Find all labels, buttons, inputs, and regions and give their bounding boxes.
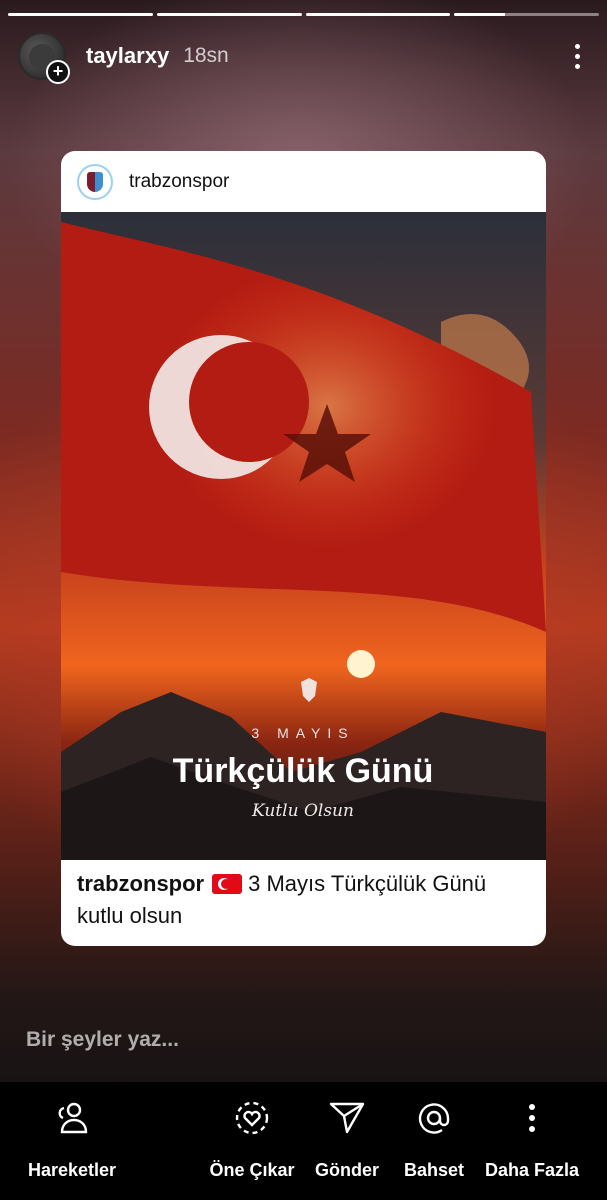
image-script-text: Kutlu Olsun	[251, 801, 354, 821]
activity-icon	[58, 1102, 88, 1134]
story-header: + taylarxy 18sn	[18, 30, 589, 84]
more-vertical-icon	[529, 1104, 535, 1132]
story-action-bar: Hareketler Öne Çıkar Gönder Bahset Daha …	[0, 1082, 607, 1200]
post-caption: trabzonspor 3 Mayıs Türkçülük Günü kutlu …	[77, 868, 537, 932]
mention-label: Bahset	[403, 1160, 465, 1180]
mention-button[interactable]: Bahset	[397, 1094, 471, 1181]
club-logo-icon	[77, 163, 113, 200]
post-username[interactable]: trabzonspor	[129, 171, 229, 193]
more-label: Daha Fazla	[484, 1160, 580, 1180]
post-image[interactable]: 3 MAYIS Türkçülük Günü Kutlu Olsun	[61, 212, 546, 860]
mention-icon	[418, 1103, 450, 1134]
story-time: 18sn	[183, 44, 229, 67]
more-options-button[interactable]	[565, 36, 589, 76]
send-icon	[329, 1102, 365, 1134]
more-button[interactable]: Daha Fazla	[480, 1094, 584, 1181]
send-label: Gönder	[314, 1160, 379, 1180]
activity-label: Hareketler	[27, 1160, 117, 1180]
reply-input[interactable]: Bir şeyler yaz...	[26, 1028, 179, 1052]
shared-post-card[interactable]: trabzonspor 3 MAYIS Türkçülük Günü Kutlu…	[61, 151, 546, 946]
highlight-icon	[235, 1101, 269, 1135]
image-date-text: 3 MAYIS	[251, 725, 354, 741]
add-story-badge[interactable]: +	[46, 60, 70, 84]
avatar[interactable]: +	[18, 32, 70, 84]
progress-segment	[454, 13, 599, 16]
progress-segment	[156, 13, 302, 16]
highlight-label: Öne Çıkar	[209, 1160, 295, 1180]
image-headline-text: Türkçülük Günü	[173, 752, 434, 790]
activity-button[interactable]: Hareketler	[24, 1094, 120, 1181]
progress-segment	[305, 13, 451, 16]
post-header[interactable]: trabzonspor	[61, 151, 546, 212]
highlight-button[interactable]: Öne Çıkar	[205, 1094, 299, 1181]
story-username[interactable]: taylarxy	[86, 43, 169, 69]
story-progress-bar	[8, 13, 599, 16]
send-button[interactable]: Gönder	[310, 1094, 384, 1181]
caption-username[interactable]: trabzonspor	[77, 871, 204, 896]
turkey-flag-icon	[212, 874, 243, 894]
progress-segment	[8, 13, 153, 16]
